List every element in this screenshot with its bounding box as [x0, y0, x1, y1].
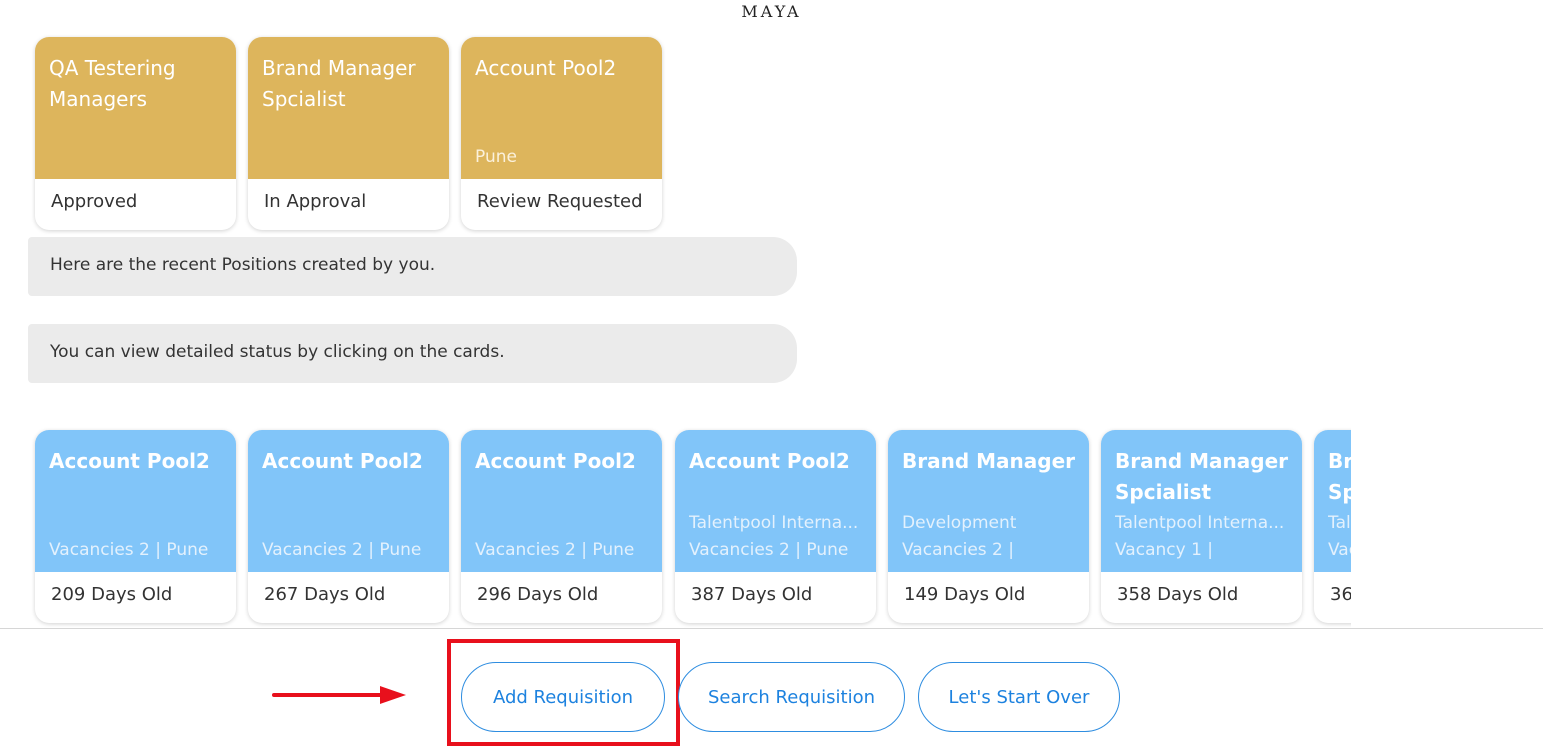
position-card[interactable]: Brand Manager Spcialist Talentpool Inter… — [1101, 430, 1302, 623]
card-title: Brand Manager Spcialist — [262, 56, 416, 111]
position-card[interactable]: Account Pool2 Talentpool Interna... Vaca… — [675, 430, 876, 623]
positions-carousel[interactable]: Account Pool2 Vacancies 2 | Pune 209 Day… — [0, 418, 1351, 628]
card-vacancies: Vacancies 2 | Pune — [262, 540, 422, 560]
card-status: In Approval — [264, 191, 367, 212]
card-department: Talentpool Interna... — [1115, 513, 1285, 533]
card-age: 267 Days Old — [264, 584, 386, 605]
card-header: Account Pool2 Pune — [461, 37, 662, 179]
card-vacancies: Vacancies 2 | Pune — [475, 540, 635, 560]
card-header: Brand Manager Spcialist Talentpool Inter… — [1314, 430, 1351, 572]
card-age: 149 Days Old — [904, 584, 1026, 605]
requisition-card[interactable]: QA Testering Managers Approved — [35, 37, 236, 230]
card-header: Brand Manager Development Vacancies 2 | — [888, 430, 1089, 572]
position-card[interactable]: Account Pool2 Vacancies 2 | Pune 209 Day… — [35, 430, 236, 623]
card-age: 387 Days Old — [691, 584, 813, 605]
card-header: QA Testering Managers — [35, 37, 236, 179]
card-department: Talentpool Interna... — [689, 513, 859, 533]
card-age: 36 — [1330, 584, 1351, 605]
card-title: Brand Manager Spcialist — [1328, 449, 1351, 504]
card-vacancies: Vacancy 1 | — [1115, 540, 1214, 560]
card-title: Brand Manager — [902, 449, 1075, 473]
card-title: Brand Manager Spcialist — [1115, 449, 1288, 504]
quick-actions-bar: Add Requisition Search Requisition Let's… — [0, 628, 1543, 752]
card-vacancies: Vacancies 2 | Pune — [689, 540, 849, 560]
card-header: Brand Manager Spcialist Talentpool Inter… — [1101, 430, 1302, 572]
card-age: 296 Days Old — [477, 584, 599, 605]
card-status: Approved — [51, 191, 138, 212]
card-department: Development — [902, 513, 1017, 533]
card-title: Account Pool2 — [262, 449, 423, 473]
card-title: Account Pool2 — [689, 449, 850, 473]
card-status: Review Requested — [477, 191, 643, 212]
card-title: Account Pool2 — [475, 56, 617, 80]
card-header: Account Pool2 Vacancies 2 | Pune — [35, 430, 236, 572]
card-title: Account Pool2 — [49, 449, 210, 473]
card-age: 358 Days Old — [1117, 584, 1239, 605]
card-header: Account Pool2 Vacancies 2 | Pune — [248, 430, 449, 572]
card-title: QA Testering Managers — [49, 56, 176, 111]
card-header: Account Pool2 Talentpool Interna... Vaca… — [675, 430, 876, 572]
card-header: Brand Manager Spcialist — [248, 37, 449, 179]
add-requisition-button[interactable]: Add Requisition — [461, 662, 665, 732]
card-age: 209 Days Old — [51, 584, 173, 605]
start-over-button[interactable]: Let's Start Over — [918, 662, 1120, 732]
card-header: Account Pool2 Vacancies 2 | Pune — [461, 430, 662, 572]
position-card[interactable]: Account Pool2 Vacancies 2 | Pune 267 Day… — [248, 430, 449, 623]
position-card[interactable]: Brand Manager Development Vacancies 2 | … — [888, 430, 1089, 623]
card-department: Talentpool Interna... — [1328, 513, 1351, 533]
card-vacancies: Vacancies 2 | — [902, 540, 1015, 560]
requisition-card[interactable]: Account Pool2 Pune Review Requested — [461, 37, 662, 230]
card-vacancies: Vacancies 2 | Pune — [49, 540, 209, 560]
card-vacancies: Vacancy 1 | — [1328, 540, 1351, 560]
requisition-card[interactable]: Brand Manager Spcialist In Approval — [248, 37, 449, 230]
position-card[interactable]: Brand Manager Spcialist Talentpool Inter… — [1314, 430, 1351, 623]
search-requisition-button[interactable]: Search Requisition — [678, 662, 905, 732]
bot-message: Here are the recent Positions created by… — [28, 237, 797, 296]
chat-area: QA Testering Managers Approved Brand Man… — [0, 0, 1543, 628]
position-card[interactable]: Account Pool2 Vacancies 2 | Pune 296 Day… — [461, 430, 662, 623]
card-title: Account Pool2 — [475, 449, 636, 473]
card-location: Pune — [475, 147, 517, 167]
bot-message: You can view detailed status by clicking… — [28, 324, 797, 383]
arrow-right-icon — [272, 686, 406, 704]
